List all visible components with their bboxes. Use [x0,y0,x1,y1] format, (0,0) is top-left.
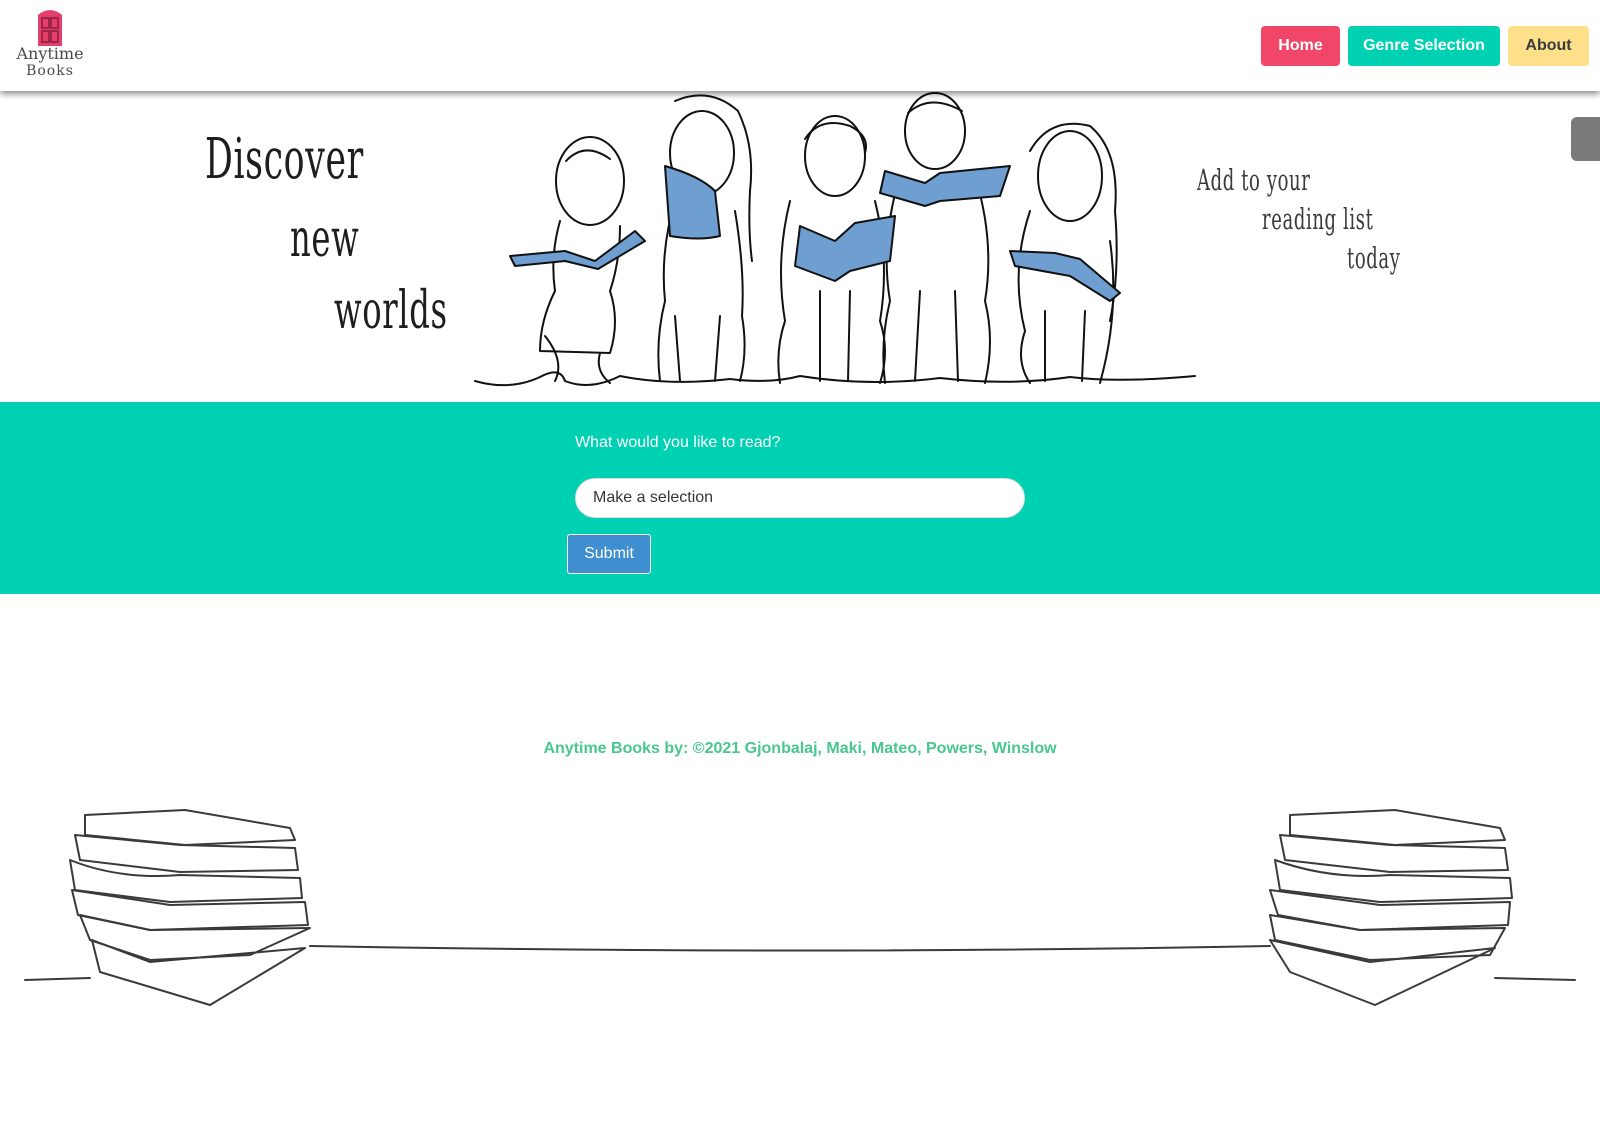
submit-button[interactable]: Submit [567,534,651,574]
logo-link[interactable]: Anytime Books [10,8,90,84]
side-drawer-tab[interactable] [1571,117,1600,161]
footer-credit: Anytime Books by: ©2021 Gjonbalaj, Maki,… [543,740,1057,757]
hero-banner: Discover new worlds Add to your reading … [0,91,1600,402]
hero-text-new: new [290,209,360,269]
home-button[interactable]: Home [1261,26,1340,66]
hero-text-discover: Discover [205,127,364,192]
genre-select[interactable]: Make a selection [575,478,1025,518]
genre-form-section: What would you like to read? Make a sele… [0,402,1600,594]
hero-text-today: today [1347,241,1401,275]
logo-text-books: Books [26,63,74,79]
hero-text-worlds: worlds [334,281,448,341]
genre-question-label: What would you like to read? [575,434,781,451]
navbar: Anytime Books Home Genre Selection About [0,0,1600,91]
genre-select-value: Make a selection [593,489,714,506]
genre-selection-button[interactable]: Genre Selection [1348,26,1500,66]
children-reading-illustration [474,92,1196,387]
door-logo-icon [38,10,62,46]
logo-text-anytime: Anytime [16,44,84,63]
hero-text-reading-list: reading list [1262,202,1374,236]
about-button[interactable]: About [1508,26,1589,66]
book-stacks-illustration [24,809,1576,1006]
hero-text-add-to-your: Add to your [1197,163,1311,197]
